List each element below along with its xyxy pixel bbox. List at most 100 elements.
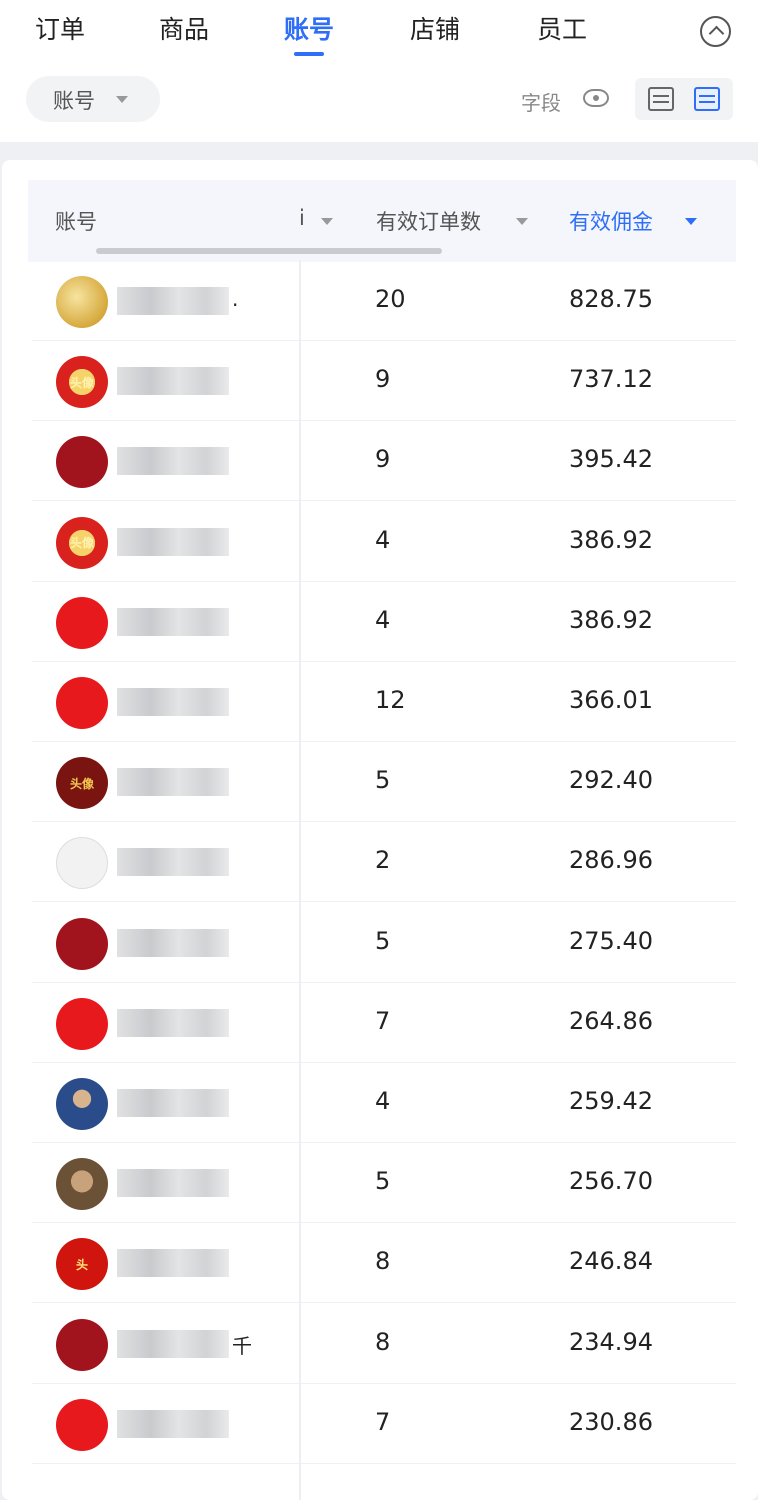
account-name-redacted <box>117 527 229 556</box>
tab-shops[interactable]: 店铺 <box>410 10 460 50</box>
collapse-up-icon[interactable] <box>700 16 731 47</box>
cell-valid-orders: 5 <box>375 926 391 955</box>
table-row[interactable]: . 20 828.75 <box>32 261 736 341</box>
cell-valid-orders: 9 <box>375 365 391 394</box>
cell-valid-orders: 7 <box>375 1407 391 1436</box>
table-row[interactable]: 千 8 234.94 <box>32 1304 736 1384</box>
avatar <box>56 917 108 970</box>
table-row[interactable]: 4 259.42 <box>32 1063 736 1143</box>
table-view-icon[interactable] <box>694 87 720 111</box>
cell-valid-orders: 4 <box>375 605 391 634</box>
avatar <box>56 1158 108 1211</box>
active-tab-indicator <box>294 52 325 56</box>
cell-valid-orders: 4 <box>375 525 391 554</box>
cell-valid-commission: 259.42 <box>569 1087 653 1115</box>
avatar <box>56 837 108 890</box>
account-name-redacted <box>117 367 229 396</box>
table-row[interactable]: 12 366.01 <box>32 662 736 742</box>
avatar <box>56 276 108 328</box>
avatar: 头像 <box>56 757 108 810</box>
cell-valid-orders: 2 <box>375 846 391 875</box>
cell-valid-orders: 8 <box>375 1247 391 1276</box>
field-settings-label[interactable]: 字段 <box>521 87 561 116</box>
table-row[interactable]: 9 395.42 <box>32 421 736 502</box>
account-name-redacted <box>117 928 229 957</box>
cell-valid-orders: 4 <box>375 1087 391 1115</box>
avatar <box>56 436 108 489</box>
cell-valid-commission: 292.40 <box>569 766 653 795</box>
account-name-redacted <box>117 1008 229 1037</box>
column-header-account[interactable]: 账号 <box>55 206 97 236</box>
column-header-valid-commission-label: 有效佣金 <box>569 210 653 234</box>
cell-valid-orders: 12 <box>375 686 406 714</box>
fixed-column-divider <box>299 260 301 1500</box>
account-name-redacted <box>117 1249 229 1278</box>
account-name-redacted <box>117 1329 229 1358</box>
table-row[interactable]: 5 275.40 <box>32 903 736 983</box>
table-header: 账号 i 有效订单数 有效佣金 <box>28 180 736 262</box>
table-row[interactable]: 4 386.92 <box>32 582 736 662</box>
account-name-fragment: . <box>232 287 239 311</box>
avatar <box>56 1078 108 1130</box>
account-name-redacted <box>117 688 229 716</box>
table-row[interactable]: 7 264.86 <box>32 983 736 1063</box>
horizontal-scrollbar[interactable] <box>96 248 442 254</box>
column-header-valid-orders-label: 有效订单数 <box>376 210 481 234</box>
cell-valid-orders: 5 <box>375 1167 391 1196</box>
account-name-redacted <box>117 1169 229 1198</box>
table-row[interactable]: 7 230.86 <box>32 1384 736 1464</box>
table-row[interactable]: 头像 9 737.12 <box>32 341 736 422</box>
cell-valid-orders: 8 <box>375 1327 391 1356</box>
sort-caret-icon <box>321 218 333 225</box>
account-name-redacted <box>117 848 229 877</box>
tab-staff[interactable]: 员工 <box>537 10 587 50</box>
table-row[interactable]: 2 286.96 <box>32 822 736 903</box>
table-row[interactable]: 头像 5 292.40 <box>32 742 736 823</box>
cell-valid-commission: 264.86 <box>569 1006 653 1035</box>
avatar: 头像 <box>56 516 108 569</box>
avatar <box>56 677 108 729</box>
account-name-redacted <box>117 1409 229 1438</box>
table-row[interactable]: 头像 4 386.92 <box>32 502 736 582</box>
cell-valid-commission: 737.12 <box>569 365 653 394</box>
cell-valid-commission: 286.96 <box>569 846 653 875</box>
account-name-redacted <box>117 1089 229 1117</box>
account-filter-dropdown[interactable]: 账号 <box>26 76 160 122</box>
chevron-down-icon <box>116 96 128 103</box>
tab-orders[interactable]: 订单 <box>35 10 85 50</box>
cell-valid-commission: 256.70 <box>569 1167 653 1196</box>
tab-products[interactable]: 商品 <box>159 10 209 50</box>
avatar <box>56 1398 108 1451</box>
cell-valid-orders: 20 <box>375 285 406 313</box>
sort-desc-icon <box>685 218 697 225</box>
account-name-fragment: 千 <box>232 1333 252 1358</box>
column-header-partial[interactable]: i <box>299 206 333 230</box>
account-name-redacted <box>117 447 229 476</box>
filter-label: 账号 <box>53 89 95 113</box>
column-header-valid-commission[interactable]: 有效佣金 <box>569 206 697 236</box>
header: 订单 商品 账号 店铺 员工 账号 字段 <box>0 0 758 142</box>
account-name-redacted <box>117 287 229 315</box>
avatar <box>56 997 108 1050</box>
cell-valid-commission: 275.40 <box>569 926 653 955</box>
data-table: 账号 i 有效订单数 有效佣金 . 20 828.75 头像 9 737.12 9 395.4… <box>2 160 758 1500</box>
column-header-partial-label: i <box>299 206 305 230</box>
tab-accounts-label: 账号 <box>284 15 335 44</box>
cell-valid-orders: 7 <box>375 1006 391 1035</box>
cell-valid-orders: 5 <box>375 766 391 795</box>
tab-bar: 订单 商品 账号 店铺 员工 <box>0 0 758 62</box>
cell-valid-commission: 828.75 <box>569 285 653 313</box>
cell-valid-commission: 230.86 <box>569 1407 653 1436</box>
column-header-valid-orders[interactable]: 有效订单数 <box>376 206 528 236</box>
cell-valid-commission: 386.92 <box>569 605 653 634</box>
tab-accounts[interactable]: 账号 <box>284 10 335 56</box>
eye-icon[interactable] <box>583 89 609 107</box>
cell-valid-orders: 9 <box>375 445 391 474</box>
avatar <box>56 1318 108 1371</box>
table-row[interactable]: 头 8 246.84 <box>32 1223 736 1304</box>
table-row[interactable]: 5 256.70 <box>32 1143 736 1224</box>
avatar <box>56 596 108 649</box>
list-view-icon[interactable] <box>648 87 674 111</box>
sort-caret-icon <box>516 218 528 225</box>
cell-valid-commission: 366.01 <box>569 686 653 714</box>
